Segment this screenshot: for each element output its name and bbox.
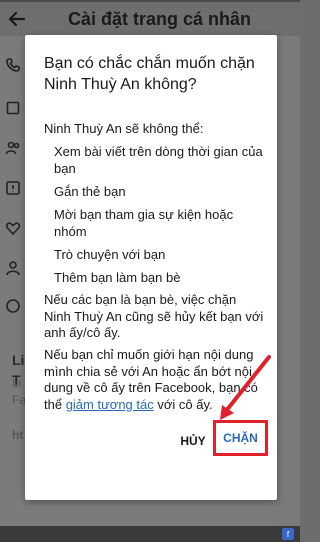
phone-icon bbox=[0, 50, 26, 80]
background-text-1: Li bbox=[12, 352, 25, 368]
top-app-bar: Cài đặt trang cá nhân bbox=[0, 2, 300, 36]
block-button[interactable]: CHẶN bbox=[213, 420, 268, 456]
list-item: Trò chuyện với bạn bbox=[54, 247, 166, 262]
back-button[interactable] bbox=[0, 2, 34, 36]
circle-icon bbox=[0, 291, 26, 321]
bottom-bar: f bbox=[0, 526, 300, 542]
reduce-interaction-link[interactable]: giảm tương tác bbox=[66, 397, 154, 412]
app-screen: Cài đặt trang cá nhân Li T Li Fa ht f Bạ… bbox=[0, 0, 300, 542]
list-item: Gắn thẻ bạn bbox=[54, 184, 126, 199]
arrow-left-icon bbox=[8, 11, 26, 27]
person-icon bbox=[0, 253, 26, 283]
background-sub-1: Li bbox=[12, 376, 22, 390]
dialog-title: Bạn có chắc chắn muốn chặn Ninh Thuỳ An … bbox=[44, 55, 255, 93]
block-confirm-dialog: Bạn có chắc chắn muốn chặn Ninh Thuỳ An … bbox=[25, 35, 277, 500]
background-url-fragment: ht bbox=[12, 428, 24, 442]
alert-icon bbox=[0, 173, 26, 203]
background-sub-2: Fa bbox=[12, 393, 27, 407]
box-icon bbox=[0, 93, 26, 123]
list-item: Mời bạn tham gia sự kiện hoặc nhóm bbox=[54, 207, 234, 239]
limit-note: Nếu bạn chỉ muốn giới hạn nội dung mình … bbox=[44, 347, 266, 413]
cancel-button[interactable]: HỦY bbox=[179, 434, 207, 448]
page-title: Cài đặt trang cá nhân bbox=[68, 8, 252, 29]
limit-note-text-end: với cô ấy. bbox=[153, 396, 213, 412]
list-item: Thêm bạn làm bạn bè bbox=[54, 270, 181, 285]
list-item: Xem bài viết trên dòng thời gian của bạn bbox=[54, 144, 263, 176]
blocked-actions-list: Xem bài viết trên dòng thời gian của bạn… bbox=[54, 143, 264, 292]
people-icon bbox=[0, 133, 26, 163]
unfriend-note: Nếu các bạn là bạn bè, việc chặn Ninh Th… bbox=[44, 292, 264, 340]
dialog-intro: Ninh Thuỳ An sẽ không thể: bbox=[44, 121, 204, 136]
app-badge-icon: f bbox=[282, 528, 294, 540]
settings-list-right-edge bbox=[275, 36, 300, 542]
block-button-label: CHẶN bbox=[223, 431, 258, 445]
heart-icon bbox=[0, 213, 26, 243]
